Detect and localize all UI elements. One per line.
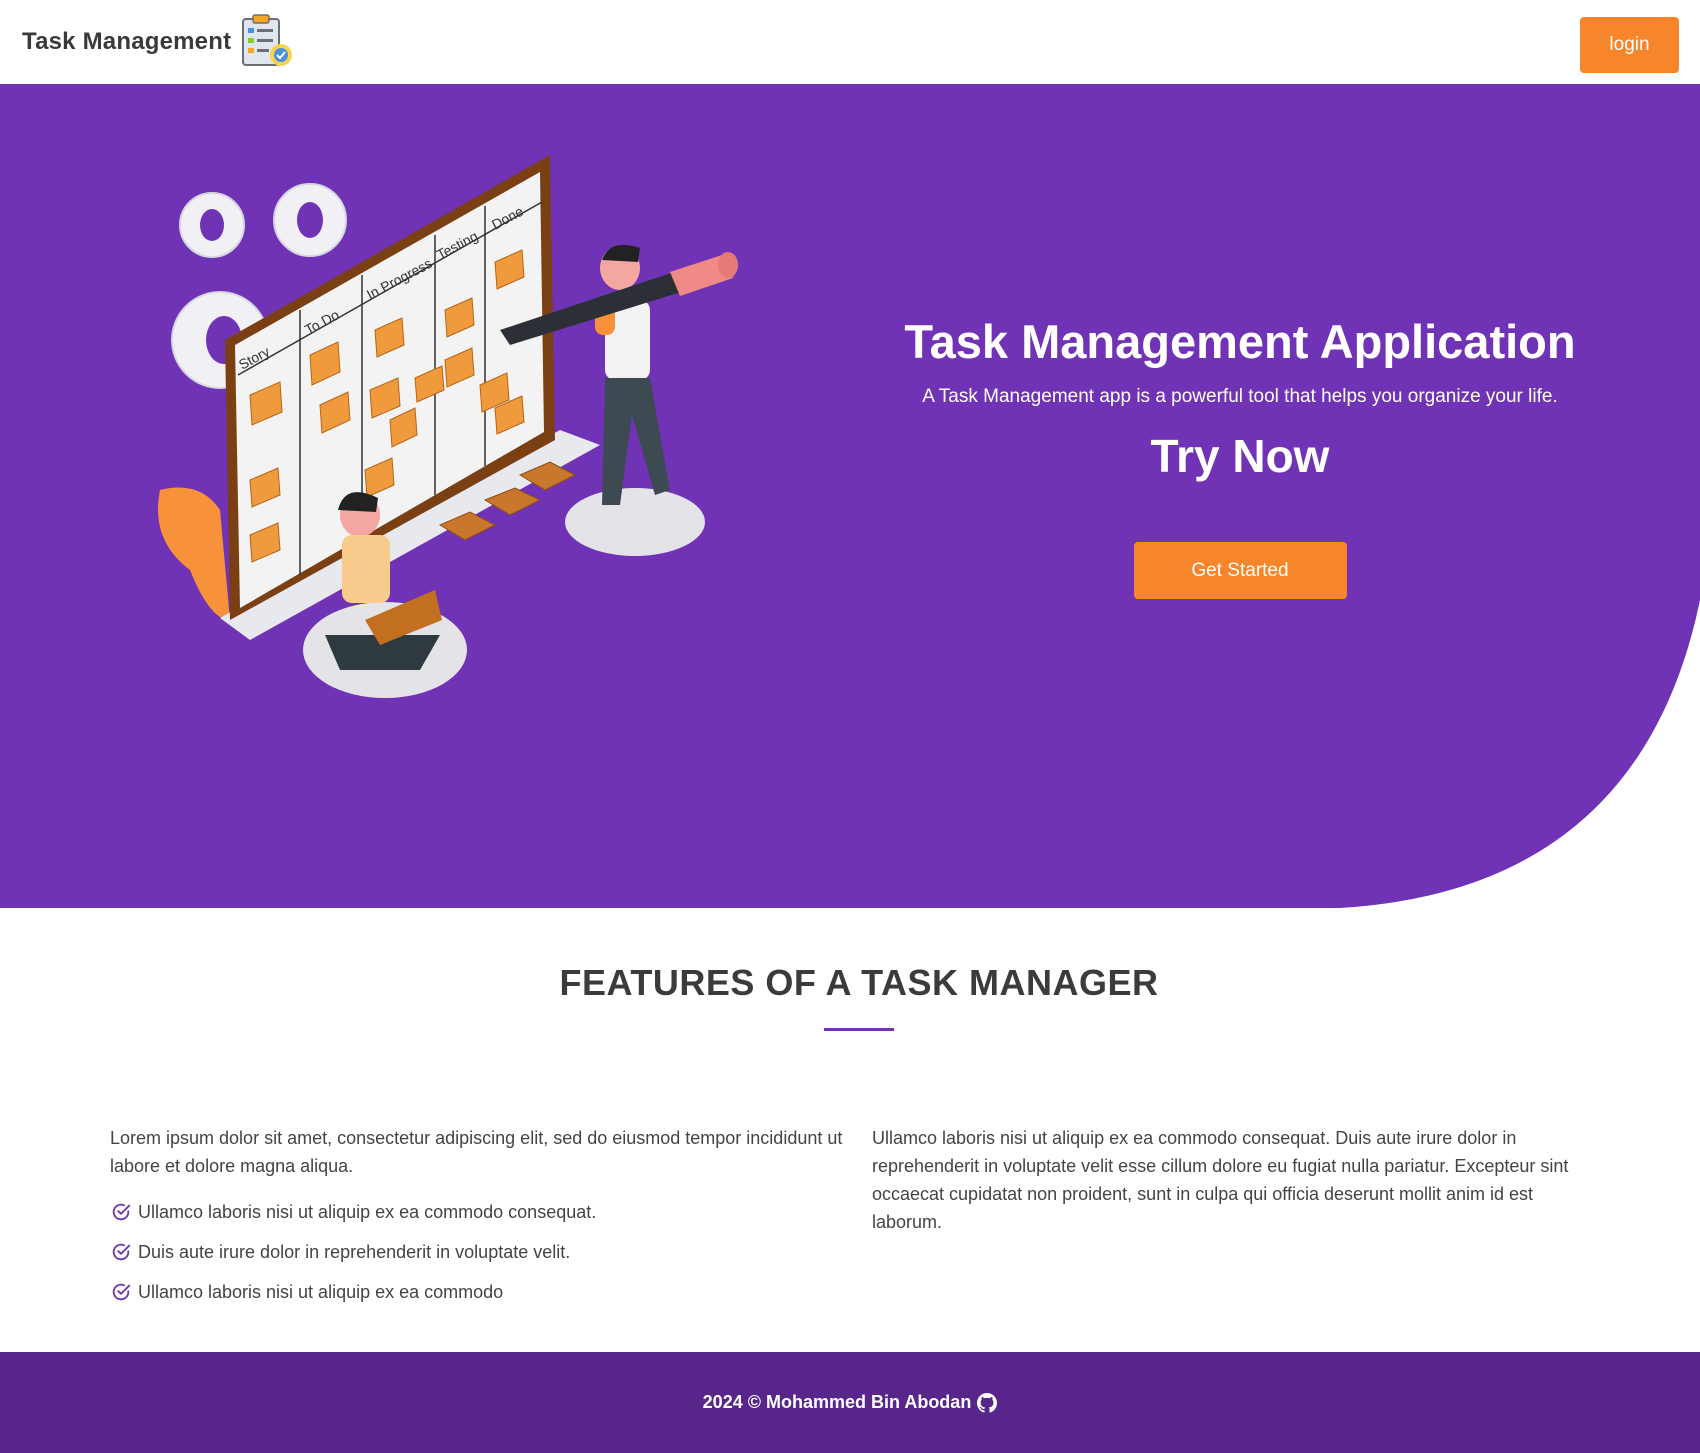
top-navbar: Task Management login [0, 0, 1700, 84]
github-icon[interactable] [977, 1392, 998, 1413]
list-item-text: Duis aute irure dolor in reprehenderit i… [138, 1242, 571, 1262]
get-started-button[interactable]: Get Started [1133, 542, 1347, 599]
features-intro: Lorem ipsum dolor sit amet, consectetur … [110, 1128, 843, 1176]
list-item: Ullamco laboris nisi ut aliquip ex ea co… [110, 1192, 850, 1232]
list-item-text: Ullamco laboris nisi ut aliquip ex ea co… [138, 1282, 504, 1302]
brand[interactable]: Task Management [22, 14, 297, 70]
check-circle-icon [112, 1283, 131, 1301]
check-circle-icon [112, 1243, 131, 1261]
kanban-illustration: Story To Do In Progress Testing Done [158, 155, 738, 698]
check-circle-icon [112, 1203, 131, 1221]
features-right-paragraph: Ullamco laboris nisi ut aliquip ex ea co… [872, 1128, 1569, 1232]
title-underline [824, 1028, 894, 1031]
login-button[interactable]: login [1580, 17, 1679, 73]
hero-content: Task Management Application A Task Manag… [890, 312, 1590, 599]
feature-list: Ullamco laboris nisi ut aliquip ex ea co… [110, 1192, 850, 1312]
list-item: Ullamco laboris nisi ut aliquip ex ea co… [110, 1272, 850, 1312]
features-title: FEATURES OF A TASK MANAGER [559, 962, 1159, 1003]
hero-subtitle: A Task Management app is a powerful tool… [922, 386, 1558, 407]
brand-name[interactable]: Task Management [22, 28, 231, 56]
footer: 2024 © Mohammed Bin Abodan [0, 1352, 1700, 1453]
features-left-column: Lorem ipsum dolor sit amet, consectetur … [110, 1124, 850, 1312]
hero-title: Task Management Application [904, 315, 1576, 368]
list-item-text: Ullamco laboris nisi ut aliquip ex ea co… [138, 1202, 597, 1222]
footer-text: 2024 © Mohammed Bin Abodan [702, 1392, 972, 1412]
try-now-heading: Try Now [1150, 430, 1330, 482]
list-item: Duis aute irure dolor in reprehenderit i… [110, 1232, 850, 1272]
clipboard-gear-icon [242, 14, 293, 66]
